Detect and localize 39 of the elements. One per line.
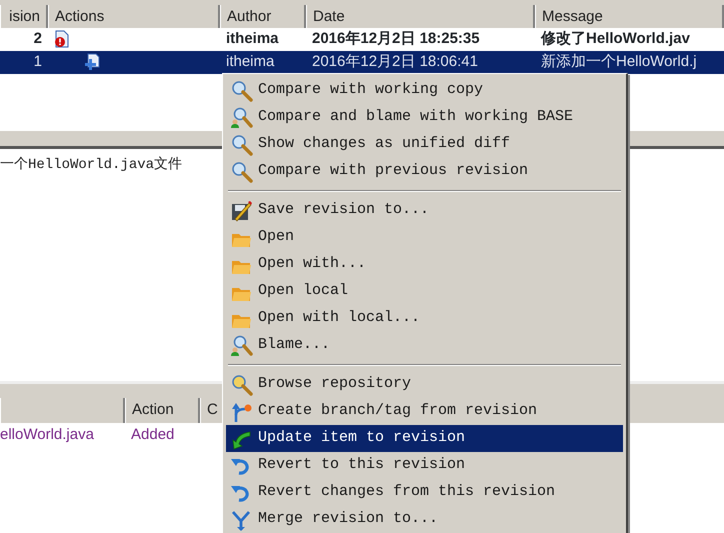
menu-item[interactable]: Open local bbox=[226, 278, 623, 305]
message-cell-text: 修改了HelloWorld.jav bbox=[540, 29, 691, 50]
column-header[interactable]: Message bbox=[535, 5, 724, 28]
date-cell-text: 2016年12月2日 18:06:41 bbox=[311, 52, 479, 72]
action-cell-text: Added bbox=[130, 424, 176, 445]
author-cell-text: itheima bbox=[225, 29, 280, 50]
user-magnifier-icon bbox=[228, 334, 254, 356]
column-header[interactable]: Author bbox=[220, 5, 306, 28]
menu-item[interactable]: Open with... bbox=[226, 251, 623, 278]
date-cell-text: 2016年12月2日 18:25:35 bbox=[311, 29, 481, 50]
menu-item[interactable]: Open bbox=[226, 224, 623, 251]
menu-item[interactable]: Open with local... bbox=[226, 305, 623, 332]
menu-item[interactable]: Browse repository bbox=[226, 371, 623, 398]
user-magnifier-icon bbox=[228, 106, 254, 128]
selected-row[interactable]: 1 itheima 2016年12月2日 18:06:41 新添加一个HelloWorld.j bbox=[0, 51, 724, 74]
file-path: elloWorld.java bbox=[0, 424, 95, 445]
author-cell-text: itheima bbox=[225, 52, 276, 72]
menu-item[interactable]: Revert changes from this revision bbox=[226, 479, 623, 506]
column-header[interactable] bbox=[0, 398, 125, 423]
menu-item[interactable]: Update item to revision bbox=[226, 425, 623, 452]
column-header[interactable]: Actions bbox=[48, 5, 220, 28]
menu-item[interactable]: Save revision to... bbox=[226, 197, 623, 224]
menu-item[interactable]: Show changes as unified diff bbox=[226, 131, 623, 158]
modified-file-icon bbox=[54, 30, 70, 48]
menu-item[interactable]: Revert to this revision bbox=[226, 452, 623, 479]
message-cell-text: 新添加一个HelloWorld.j bbox=[540, 52, 698, 72]
revision-number: 2 bbox=[32, 29, 43, 50]
column-header[interactable]: Date bbox=[306, 5, 535, 28]
menu-item[interactable]: Compare with working copy bbox=[226, 77, 623, 104]
added-file-icon bbox=[84, 53, 100, 72]
column-header[interactable]: Action bbox=[125, 398, 200, 423]
log-message-text: 一个HelloWorld.java文件 bbox=[0, 157, 182, 173]
menu-item[interactable]: Blame... bbox=[226, 332, 623, 359]
menu-item[interactable]: Merge revision to... bbox=[226, 506, 623, 533]
revision-number: 1 bbox=[32, 52, 43, 72]
menu-item[interactable]: Compare with previous revision bbox=[226, 158, 623, 185]
column-header[interactable]: ision bbox=[0, 5, 48, 28]
menu-item[interactable]: Compare and blame with working BASE bbox=[226, 104, 623, 131]
menu-item[interactable]: Create branch/tag from revision bbox=[226, 398, 623, 425]
